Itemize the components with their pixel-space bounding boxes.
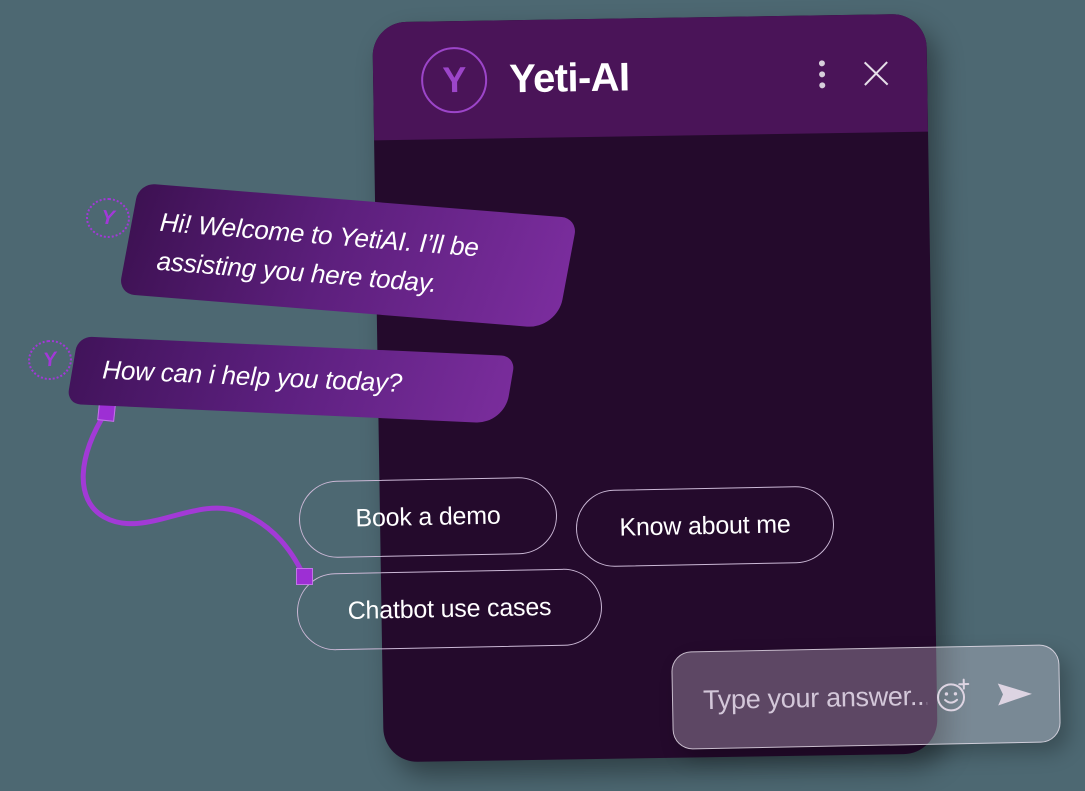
message-composer[interactable]: Type your answer... (671, 644, 1061, 750)
bot-message-text: How can i help you today? (101, 354, 403, 399)
kebab-dot (818, 60, 825, 67)
connector-handle-end[interactable] (296, 568, 313, 585)
kebab-dot (819, 71, 826, 78)
screenshot-stage: Y Yeti-AI Book a demo Know about me Chat… (0, 0, 1085, 791)
emoji-add-icon[interactable] (933, 674, 976, 717)
bot-avatar: Y (26, 337, 74, 383)
kebab-dot (819, 82, 826, 89)
quick-reply-book-a-demo[interactable]: Book a demo (298, 476, 558, 559)
message-input[interactable]: Type your answer... (703, 680, 928, 715)
header-actions (811, 56, 894, 91)
quick-reply-chatbot-use-cases[interactable]: Chatbot use cases (296, 568, 603, 651)
yeti-logo-icon: Y (420, 46, 488, 114)
send-icon[interactable] (995, 677, 1036, 712)
kebab-menu-icon[interactable] (811, 57, 834, 91)
chat-header: Y Yeti-AI (372, 13, 929, 141)
quick-reply-know-about-me[interactable]: Know about me (575, 485, 835, 568)
bot-message-text: Hi! Welcome to YetiAI. I’ll be assisting… (155, 206, 480, 299)
quick-reply-label: Book a demo (355, 501, 501, 533)
quick-reply-label: Chatbot use cases (347, 593, 552, 625)
avatar-letter: Y (42, 348, 58, 372)
close-icon[interactable] (859, 56, 894, 91)
bot-avatar: Y (84, 196, 132, 240)
page-title: Yeti-AI (508, 54, 630, 101)
quick-reply-label: Know about me (619, 510, 791, 542)
logo-letter: Y (442, 58, 467, 101)
avatar-letter: Y (100, 206, 116, 230)
